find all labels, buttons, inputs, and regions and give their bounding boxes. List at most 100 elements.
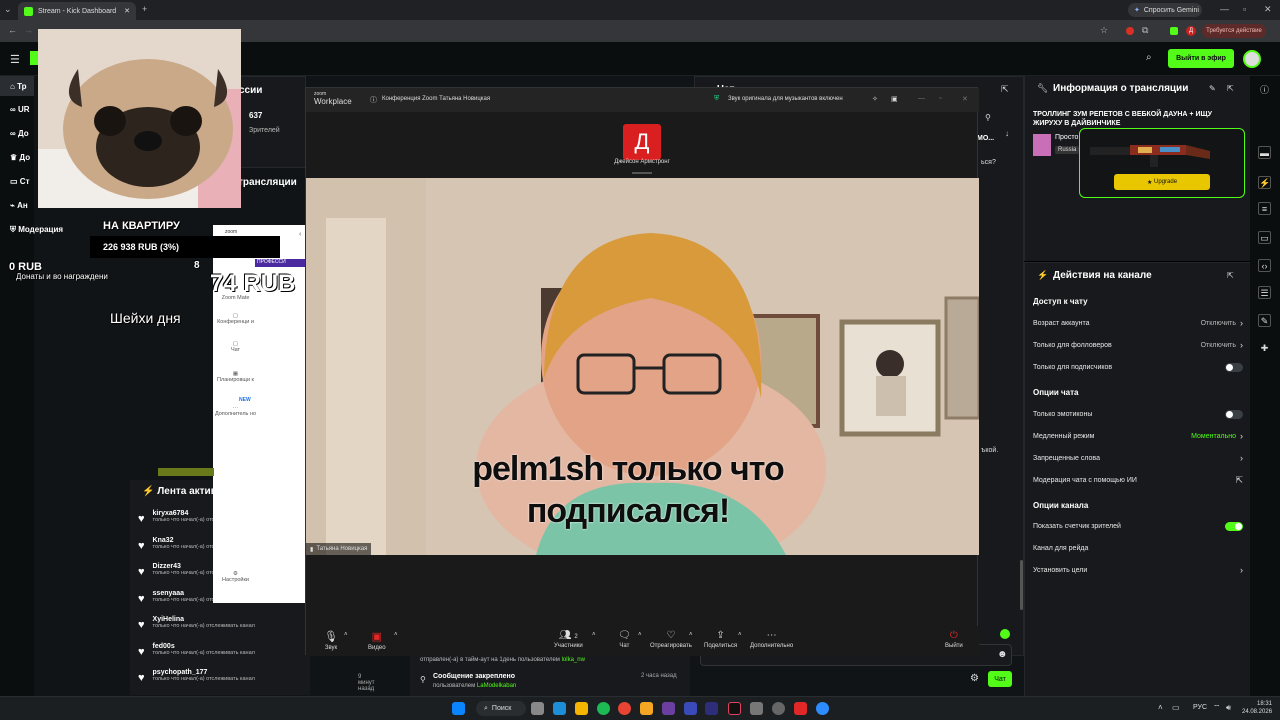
- profile-icon[interactable]: Д: [1186, 26, 1196, 36]
- setting-slow-mode[interactable]: Медленный режим Моментально ›: [1033, 429, 1243, 443]
- go-live-button[interactable]: Выйти в эфир: [1168, 49, 1234, 68]
- close-icon[interactable]: ✕: [962, 95, 968, 103]
- audition-icon[interactable]: [705, 702, 718, 715]
- participants-button[interactable]: 👥︎ 2 Участники: [554, 630, 583, 649]
- setting-goals[interactable]: Установить цели ›: [1033, 563, 1243, 577]
- nav-item-home[interactable]: ⌂ Тр: [10, 82, 27, 91]
- language-indicator[interactable]: РУС: [1193, 704, 1207, 711]
- task-view-icon[interactable]: [531, 702, 544, 715]
- app-icon[interactable]: [662, 702, 675, 715]
- audio-button[interactable]: 🎙︎ Звук: [324, 630, 338, 651]
- explorer-icon[interactable]: [575, 702, 588, 715]
- activity-user[interactable]: fed00s: [153, 643, 255, 650]
- more-button[interactable]: ⋯ Дополнительно: [750, 630, 793, 649]
- stack-icon[interactable]: ☰: [1258, 286, 1271, 299]
- volume-icon[interactable]: 🔊︎: [1226, 703, 1231, 713]
- app-icon[interactable]: [750, 702, 763, 715]
- chevron-up-icon[interactable]: ˄: [394, 632, 398, 638]
- pin-icon[interactable]: ⚲: [985, 113, 991, 122]
- emoji-icon[interactable]: ☻: [997, 649, 1008, 660]
- more-item[interactable]: ··· Дополнитель но: [213, 405, 258, 417]
- chevron-up-icon[interactable]: ˄: [592, 632, 596, 638]
- list-icon[interactable]: ≡: [1258, 202, 1271, 215]
- setting-raid-channel[interactable]: Канал для рейда: [1033, 541, 1243, 555]
- chat-icon[interactable]: ▭: [1258, 231, 1271, 244]
- edit-icon[interactable]: ✎: [1209, 84, 1216, 93]
- setting-banned-words[interactable]: Запрещенные слова ›: [1033, 451, 1243, 465]
- category-name[interactable]: Просто: [1055, 134, 1078, 141]
- activity-user[interactable]: Dizzer43: [153, 563, 215, 570]
- app-icon[interactable]: [640, 702, 653, 715]
- nav-item-achievements[interactable]: ♛ До: [10, 153, 30, 162]
- emotes-only-toggle[interactable]: [1225, 409, 1243, 419]
- chrome-icon[interactable]: [618, 702, 631, 715]
- chevron-up-icon[interactable]: ˄: [689, 632, 693, 638]
- zoom-icon[interactable]: [816, 702, 829, 715]
- youtube-icon[interactable]: [794, 702, 807, 715]
- edge-icon[interactable]: [553, 702, 566, 715]
- tag-badge[interactable]: Russia: [1055, 146, 1080, 154]
- settings-item[interactable]: ⚙ Настройки: [213, 571, 258, 583]
- setting-followers-only[interactable]: Только для фолловеров Отключить ›: [1033, 338, 1243, 352]
- chat-scrollbar[interactable]: [1020, 560, 1023, 610]
- puzzle-icon[interactable]: ✚: [1258, 342, 1271, 355]
- chat-settings-gear-icon[interactable]: ⚙: [970, 673, 979, 684]
- windows-start-icon[interactable]: [452, 702, 465, 715]
- close-window-icon[interactable]: ✕: [1264, 5, 1272, 14]
- taskbar-search[interactable]: ⌕ Поиск: [476, 701, 526, 716]
- mod-log-user[interactable]: lolka_nw: [562, 657, 585, 663]
- meetings-item[interactable]: ▢ Конференци и: [213, 313, 258, 325]
- bolt-icon[interactable]: ⚡: [1258, 176, 1271, 189]
- tab-search-icon[interactable]: ⌄: [4, 5, 12, 14]
- browser-tab[interactable]: Stream - Kick Dashboard ✕: [18, 2, 136, 20]
- network-icon[interactable]: ⌔: [1213, 703, 1221, 713]
- minimize-icon[interactable]: —: [1220, 5, 1229, 14]
- magic-icon[interactable]: ✧: [872, 95, 878, 103]
- info-icon[interactable]: ⓘ: [370, 95, 377, 105]
- clock[interactable]: 18:31 24.08.2026: [1242, 700, 1272, 716]
- chevron-up-icon[interactable]: ˄: [738, 632, 742, 638]
- participant-avatar[interactable]: Д: [623, 124, 661, 160]
- view-icon[interactable]: ▣: [891, 95, 898, 103]
- maximize-icon[interactable]: ▫: [939, 95, 941, 102]
- card-icon[interactable]: ▬: [1258, 146, 1271, 159]
- nav-item-url[interactable]: ∞ UR: [10, 105, 30, 114]
- app-icon[interactable]: [684, 702, 697, 715]
- activity-user[interactable]: Kna32: [153, 537, 215, 544]
- activity-user[interactable]: kiryxa6784: [153, 510, 215, 517]
- bookmark-star-icon[interactable]: ☆: [1100, 26, 1108, 35]
- activity-user[interactable]: XyiHelina: [153, 616, 255, 623]
- popout-icon[interactable]: ⇱: [1001, 84, 1009, 95]
- search-icon[interactable]: ⌕: [1146, 52, 1152, 63]
- chat-send-button[interactable]: Чат: [988, 671, 1012, 687]
- video-button[interactable]: ▣ Видео: [368, 630, 386, 651]
- close-tab-icon[interactable]: ✕: [124, 7, 130, 15]
- leave-button[interactable]: ⏻ Выйти: [945, 630, 963, 649]
- new-tab-button[interactable]: +: [142, 5, 147, 14]
- chevron-up-icon[interactable]: ˄: [638, 632, 642, 638]
- info-icon[interactable]: ⓘ: [1258, 84, 1271, 97]
- react-button[interactable]: ♡ Отреагировать: [650, 630, 692, 649]
- chevron-up-icon[interactable]: ˄: [344, 632, 348, 638]
- mod-log-user[interactable]: LaModelkaban: [477, 683, 516, 689]
- tray-icon[interactable]: ▭: [1172, 703, 1180, 712]
- extension-icon[interactable]: [1126, 27, 1134, 35]
- tiktok-icon[interactable]: [728, 702, 741, 715]
- drag-handle[interactable]: [632, 172, 652, 174]
- action-required-button[interactable]: Требуется действие: [1202, 24, 1266, 38]
- forward-icon[interactable]: →: [24, 26, 33, 35]
- emote-green-icon[interactable]: [1000, 629, 1010, 639]
- viewer-count-toggle[interactable]: [1225, 521, 1243, 531]
- scheduler-item[interactable]: ▦ Планировщи к: [213, 371, 258, 383]
- maximize-icon[interactable]: ▫: [1243, 5, 1246, 14]
- share-button[interactable]: ⇪ Поделиться: [704, 630, 737, 649]
- nav-item-analytics[interactable]: ⌁ Ан: [10, 201, 28, 210]
- wrench-icon[interactable]: ✎: [1258, 314, 1271, 327]
- nav-item-moderation[interactable]: ⛨ Модерация: [10, 225, 63, 235]
- setting-account-age[interactable]: Возраст аккаунта Отключить ›: [1033, 316, 1243, 330]
- extensions-puzzle-icon[interactable]: ⧉: [1142, 26, 1148, 35]
- kick-extension-icon[interactable]: [1170, 27, 1178, 35]
- chevron-left-icon[interactable]: ‹: [299, 231, 301, 238]
- activity-user[interactable]: psychopath_177: [153, 669, 255, 676]
- promo-banner[interactable]: ПРОФЕССИ: [255, 259, 305, 267]
